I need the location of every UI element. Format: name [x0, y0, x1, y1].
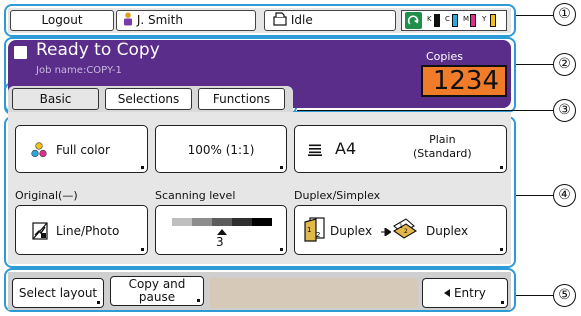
scan-level-gradient-icon: [172, 218, 272, 226]
line-photo-icon: [32, 222, 48, 240]
footer-bar: Select layout Copy and pause Entry: [8, 272, 511, 310]
ink-c-label: C: [445, 15, 450, 23]
entry-button[interactable]: Entry: [422, 278, 508, 308]
ink-c-bar: [452, 14, 458, 27]
scanning-level-button[interactable]: 3: [155, 205, 287, 255]
status-bar: Logout J. Smith Idle K C M Y: [8, 8, 511, 33]
callout-2: ②: [553, 53, 576, 76]
tab-selections[interactable]: Selections: [105, 88, 192, 110]
tab-functions[interactable]: Functions: [198, 88, 285, 110]
ink-m-bar: [470, 14, 476, 27]
scanning-level-value: 3: [216, 235, 224, 249]
zoom-label: 100% (1:1): [187, 143, 255, 157]
user-button[interactable]: J. Smith: [116, 10, 256, 31]
svg-text:2: 2: [404, 228, 408, 235]
ink-m-label: M: [463, 15, 470, 23]
callout-1: ①: [553, 3, 576, 26]
printer-status-text: Idle: [290, 13, 313, 27]
svg-text:1: 1: [307, 226, 311, 234]
copies-count[interactable]: 1234: [421, 65, 507, 97]
ink-k-label: K: [427, 15, 432, 23]
copy-and-pause-button[interactable]: Copy and pause: [110, 276, 204, 306]
ink-k-bar: [434, 14, 440, 27]
tab-basic[interactable]: Basic: [12, 88, 99, 110]
select-layout-button[interactable]: Select layout: [12, 278, 104, 308]
callout-5: ⑤: [553, 284, 576, 307]
copy-and-pause-label: Copy and pause: [128, 277, 186, 304]
paper-type-label: Plain (Standard): [413, 133, 472, 160]
ink-levels[interactable]: K C M Y: [401, 10, 507, 31]
copy-mode-icon: [14, 46, 27, 59]
duplex-output-icon: 1 2: [392, 218, 418, 239]
paper-button[interactable]: A4 Plain (Standard): [294, 125, 507, 173]
callout-4: ④: [553, 184, 576, 207]
leader-line-3: [297, 110, 553, 111]
footer-spacer: [210, 278, 418, 308]
settings-panel: Full color 100% (1:1) A4 Plain (Standard…: [8, 112, 511, 264]
user-icon: [124, 12, 132, 26]
leader-line-1: [516, 15, 553, 16]
color-mode-button[interactable]: Full color: [15, 125, 148, 173]
duplex-to-label: Duplex: [426, 224, 469, 238]
user-name: J. Smith: [136, 13, 183, 27]
paper-size-label: A4: [335, 139, 357, 158]
scanning-level-label: Scanning level: [155, 189, 236, 202]
logout-button[interactable]: Logout: [10, 10, 114, 31]
svg-text:1: 1: [399, 223, 403, 230]
copies-label: Copies: [426, 50, 463, 63]
color-dots-icon: [31, 142, 47, 158]
paper-tray-icon: [308, 144, 322, 156]
select-layout-label: Select layout: [18, 286, 98, 300]
callout-3: ③: [553, 99, 576, 122]
printer-status-button[interactable]: Idle: [264, 10, 396, 31]
original-label: Original(—): [15, 189, 78, 202]
ink-y-bar: [490, 14, 496, 27]
duplex-original-icon: 1 2: [304, 217, 325, 242]
page-title: Ready to Copy: [36, 40, 160, 60]
duplex-button[interactable]: 1 2 Duplex 1 2 Duplex: [294, 205, 507, 255]
original-type-value: Line/Photo: [56, 224, 120, 238]
color-mode-label: Full color: [56, 143, 110, 157]
zoom-button[interactable]: 100% (1:1): [155, 125, 287, 173]
tab-strip: Basic Selections Functions: [8, 86, 293, 112]
svg-text:2: 2: [316, 231, 320, 239]
leader-line-5: [516, 295, 553, 296]
entry-label: Entry: [453, 286, 486, 300]
triangle-left-icon: [444, 289, 451, 297]
original-type-button[interactable]: Line/Photo: [15, 205, 148, 255]
leader-line-2: [516, 64, 553, 65]
printer-status-icon: [273, 12, 287, 26]
leader-line-4: [516, 195, 553, 196]
arrow-right-icon: [381, 228, 391, 236]
job-name: Job name:COPY-1: [36, 65, 122, 76]
duplex-label: Duplex/Simplex: [294, 189, 381, 202]
duplex-from-label: Duplex: [330, 224, 373, 238]
ink-y-label: Y: [482, 15, 487, 23]
